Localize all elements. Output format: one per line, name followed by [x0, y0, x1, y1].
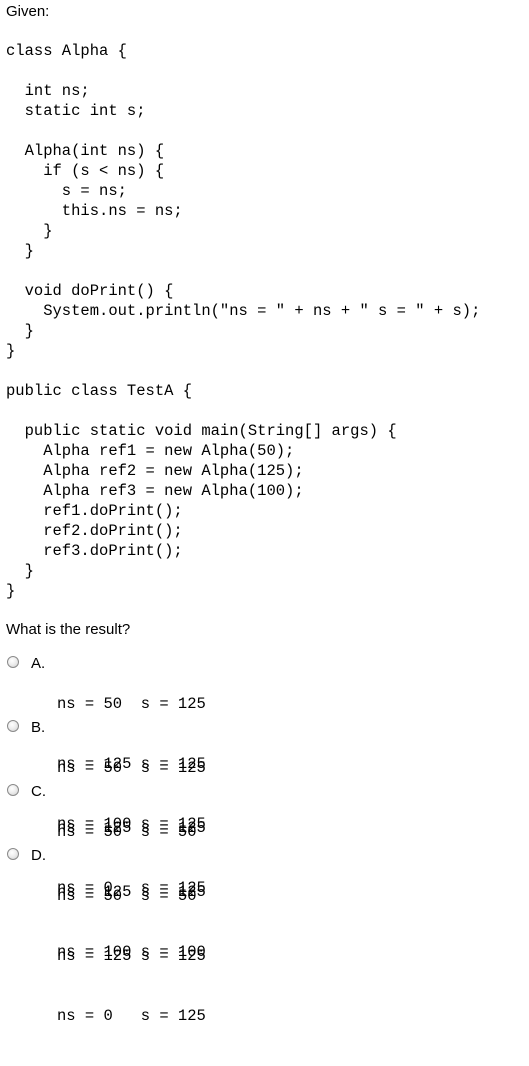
code-line: if (s < ns) {: [6, 162, 165, 180]
option-c-letter[interactable]: C.: [31, 782, 46, 802]
code-line: }: [6, 242, 34, 260]
code-line: Alpha ref1 = new Alpha(50);: [6, 442, 295, 460]
code-line: System.out.println("ns = " + ns + " s = …: [6, 302, 481, 320]
code-line: int ns;: [6, 82, 90, 100]
code-line: this.ns = ns;: [6, 202, 183, 220]
code-line: Alpha ref2 = new Alpha(125);: [6, 462, 304, 480]
option-d-letter[interactable]: D.: [31, 846, 46, 866]
option-line: ns = 50 s = 50: [57, 823, 197, 841]
code-line: void doPrint() {: [6, 282, 174, 300]
option-a-radio[interactable]: [7, 656, 19, 668]
code-block: class Alpha { int ns; static int s; Alph…: [6, 41, 480, 601]
code-line: }: [6, 322, 34, 340]
code-line: ref3.doPrint();: [6, 542, 183, 560]
code-line: ref1.doPrint();: [6, 502, 183, 520]
given-label: Given:: [6, 3, 50, 20]
code-line: }: [6, 342, 16, 360]
option-b[interactable]: B. ns = 50 s = 125 ns = 125 s = 125 ns =…: [4, 718, 524, 897]
code-line: public static void main(String[] args) {: [6, 422, 397, 440]
option-line: ns = 50 s = 125: [57, 695, 206, 713]
code-line: class Alpha {: [6, 42, 127, 60]
code-line: static int s;: [6, 102, 146, 120]
option-d-text[interactable]: ns = 50 s = 50 ns = 125 s = 125 ns = 0 s…: [57, 846, 206, 1066]
option-line: ns = 50 s = 50: [57, 887, 197, 905]
option-line: ns = 50 s = 125: [57, 759, 206, 777]
option-d-radio[interactable]: [7, 848, 19, 860]
code-line: s = ns;: [6, 182, 127, 200]
answer-options: A. ns = 50 s = 125 ns = 125 s = 125 ns =…: [4, 654, 524, 1025]
code-line: }: [6, 582, 16, 600]
code-line: }: [6, 562, 34, 580]
option-c[interactable]: C. ns = 50 s = 50 ns = 125 s = 125 ns = …: [4, 782, 524, 961]
code-line: Alpha ref3 = new Alpha(100);: [6, 482, 304, 500]
code-line: public class TestA {: [6, 382, 193, 400]
code-line: Alpha(int ns) {: [6, 142, 165, 160]
code-line: }: [6, 222, 53, 240]
option-c-radio[interactable]: [7, 784, 19, 796]
question-text: What is the result?: [6, 621, 131, 638]
option-b-radio[interactable]: [7, 720, 19, 732]
option-a-letter[interactable]: A.: [31, 654, 45, 674]
code-line: ref2.doPrint();: [6, 522, 183, 540]
option-line: ns = 0 s = 125: [57, 1007, 206, 1025]
option-a[interactable]: A. ns = 50 s = 125 ns = 125 s = 125 ns =…: [4, 654, 524, 833]
option-line: ns = 125 s = 125: [57, 947, 206, 965]
option-b-letter[interactable]: B.: [31, 718, 45, 738]
option-d[interactable]: D. ns = 50 s = 50 ns = 125 s = 125 ns = …: [4, 846, 524, 1025]
